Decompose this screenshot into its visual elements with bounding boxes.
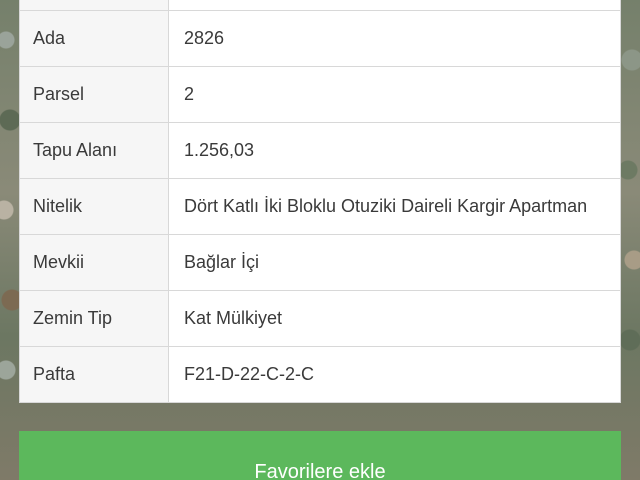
- row-value: Bağlar İçi: [168, 234, 621, 291]
- table-row-zemin-tip: Zemin Tip Kat Mülkiyet: [19, 290, 621, 347]
- row-label: Pafta: [19, 346, 169, 403]
- row-label: [19, 0, 169, 11]
- row-label: Ada: [19, 10, 169, 67]
- row-label: Zemin Tip: [19, 290, 169, 347]
- screen: Ada 2826 Parsel 2 Tapu Alanı 1.256,03 Ni…: [0, 0, 640, 480]
- table-row-pafta: Pafta F21-D-22-C-2-C: [19, 346, 621, 403]
- table-row-tapu-alani: Tapu Alanı 1.256,03: [19, 122, 621, 179]
- row-value: Kat Mülkiyet: [168, 290, 621, 347]
- table-row-mevkii: Mevkii Bağlar İçi: [19, 234, 621, 291]
- add-to-favorites-button[interactable]: Favorilere ekle: [19, 431, 621, 480]
- row-value: 2: [168, 66, 621, 123]
- table-row-partial: [19, 0, 621, 11]
- table-row-ada: Ada 2826: [19, 10, 621, 67]
- parcel-details-table: Ada 2826 Parsel 2 Tapu Alanı 1.256,03 Ni…: [19, 0, 621, 403]
- parcel-details-card: Ada 2826 Parsel 2 Tapu Alanı 1.256,03 Ni…: [19, 0, 621, 403]
- row-label: Tapu Alanı: [19, 122, 169, 179]
- row-value: 2826: [168, 10, 621, 67]
- row-value: Dört Katlı İki Bloklu Otuziki Daireli Ka…: [168, 178, 621, 235]
- row-label: Mevkii: [19, 234, 169, 291]
- row-label: Nitelik: [19, 178, 169, 235]
- row-value: F21-D-22-C-2-C: [168, 346, 621, 403]
- row-value: [168, 0, 621, 11]
- row-value: 1.256,03: [168, 122, 621, 179]
- table-row-nitelik: Nitelik Dört Katlı İki Bloklu Otuziki Da…: [19, 178, 621, 235]
- row-label: Parsel: [19, 66, 169, 123]
- table-row-parsel: Parsel 2: [19, 66, 621, 123]
